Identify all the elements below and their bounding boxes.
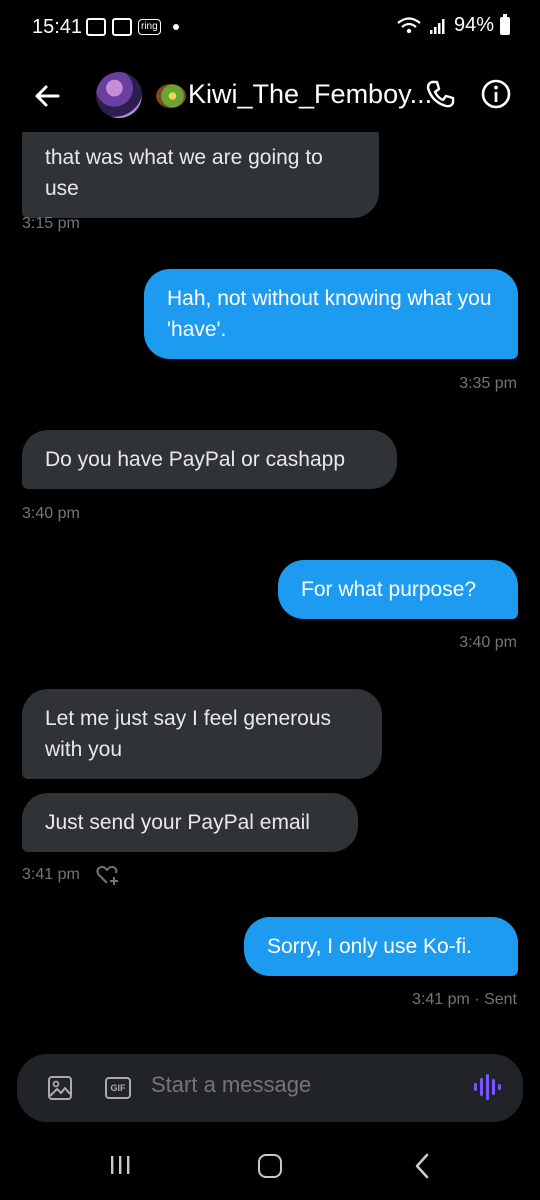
back-arrow-icon[interactable] <box>30 78 66 114</box>
message-timestamp: 3:40 pm <box>22 505 80 522</box>
gallery-notification-icon <box>86 18 106 36</box>
message-input[interactable] <box>151 1072 451 1098</box>
battery-percent: 94% <box>453 14 494 36</box>
message-bubble-outgoing[interactable]: For what purpose? <box>278 560 518 619</box>
kiwi-emoji-icon <box>156 84 186 108</box>
message-timestamp: 3:41 pm <box>22 866 80 883</box>
home-icon[interactable] <box>258 1154 282 1178</box>
wifi-icon <box>397 16 421 33</box>
gif-icon[interactable]: GIF <box>105 1077 131 1099</box>
notification-icons: ring <box>86 18 179 36</box>
battery-icon <box>500 13 510 35</box>
message-timestamp: 3:41 pm · Sent <box>412 991 517 1008</box>
phone-call-icon[interactable] <box>424 78 456 110</box>
status-bar: 15:41 ring 94% <box>0 0 540 62</box>
info-icon[interactable] <box>480 78 512 110</box>
message-bubble-incoming[interactable]: Just send your PayPal email <box>22 793 358 852</box>
message-composer: GIF <box>17 1054 523 1122</box>
system-navigation-bar <box>0 1130 540 1200</box>
message-timestamp: 3:40 pm <box>459 634 517 651</box>
app-notification-icon <box>112 18 132 36</box>
status-time: 15:41 <box>32 16 83 38</box>
voice-message-icon[interactable] <box>472 1072 502 1102</box>
more-notifications-dot <box>172 24 179 30</box>
signal-icon <box>429 18 445 34</box>
add-reaction-icon[interactable] <box>95 864 121 886</box>
message-bubble-incoming[interactable]: Let me just say I feel generous with you <box>22 689 382 779</box>
nav-back-icon[interactable] <box>410 1152 434 1180</box>
message-timestamp: 3:35 pm <box>459 375 517 392</box>
system-icons: 94% <box>396 13 510 37</box>
contact-name[interactable]: Kiwi_The_Femboy... <box>188 79 432 110</box>
message-timestamp: 3:15 pm <box>22 215 80 232</box>
recent-apps-icon[interactable] <box>108 1154 132 1176</box>
image-icon[interactable] <box>47 1075 73 1101</box>
message-bubble-outgoing[interactable]: Sorry, I only use Ko-fi. <box>244 917 518 976</box>
conversation-header: Kiwi_The_Femboy... <box>0 62 540 132</box>
message-bubble-incoming[interactable]: Do you have PayPal or cashapp <box>22 430 397 489</box>
ring-notification-icon: ring <box>138 19 161 35</box>
avatar[interactable] <box>96 72 142 118</box>
message-bubble-outgoing[interactable]: Hah, not without knowing what you 'have'… <box>144 269 518 359</box>
